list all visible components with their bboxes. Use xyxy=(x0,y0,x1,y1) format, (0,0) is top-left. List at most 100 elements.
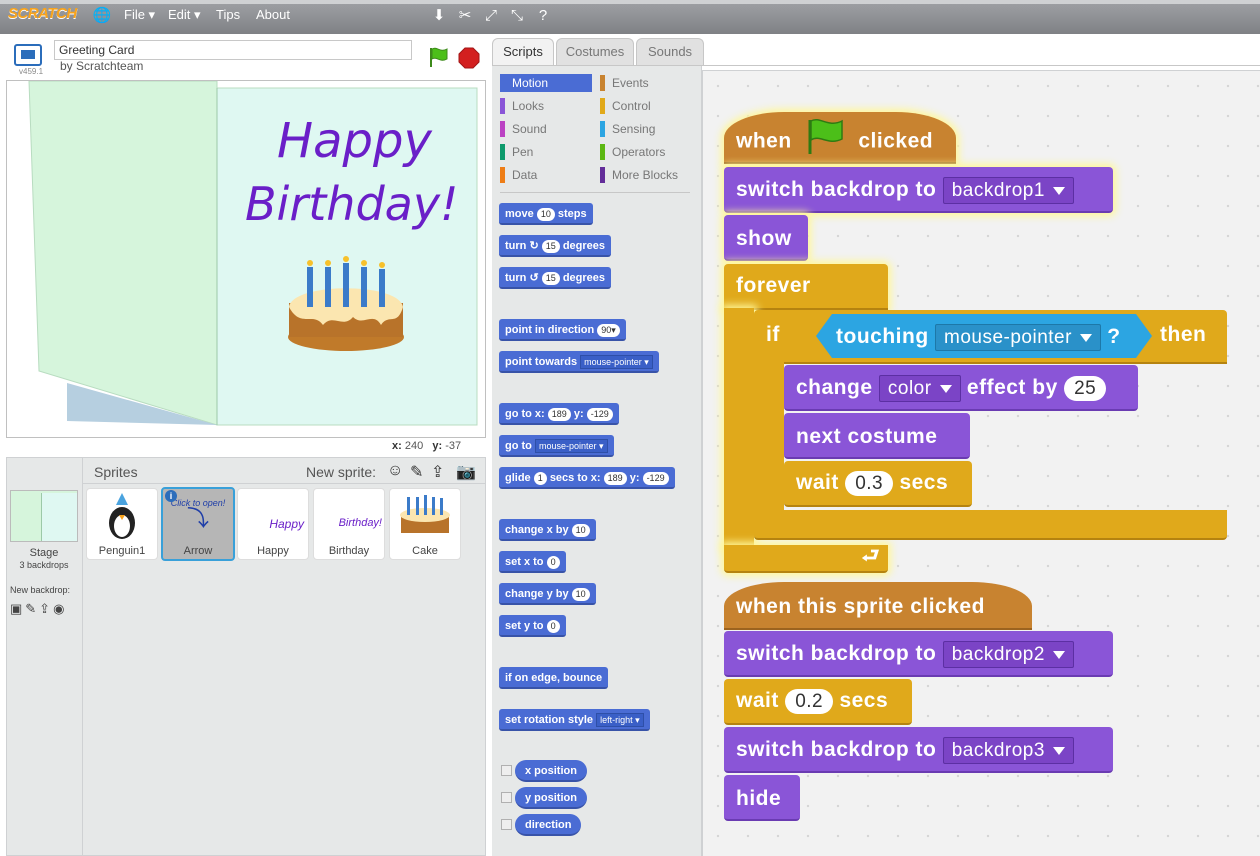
hat-when-flag-clicked[interactable]: when clicked xyxy=(724,112,956,164)
effect-amount-input[interactable]: 25 xyxy=(1064,376,1107,401)
block-switch-backdrop-2[interactable]: switch backdrop to backdrop2 xyxy=(724,631,1113,677)
reporter-x-position[interactable]: x position xyxy=(515,760,587,782)
category-control[interactable]: Control xyxy=(600,97,695,115)
sprite-name: Arrow xyxy=(183,545,213,557)
stage-backdrop-count: 3 backdrops xyxy=(19,560,69,570)
stage-label: Stage xyxy=(29,547,59,559)
backdrop-dropdown[interactable]: backdrop2 xyxy=(942,641,1074,668)
sprite-happy[interactable]: Happy Happy xyxy=(237,488,309,560)
block-move[interactable]: move 10 steps xyxy=(499,203,593,225)
paint-brush-icon[interactable]: ✎ xyxy=(410,462,423,482)
block-goto-xy[interactable]: go to x: 189 y: -129 xyxy=(499,403,619,425)
backdrop-dropdown[interactable]: backdrop1 xyxy=(942,177,1074,204)
block-bounce[interactable]: if on edge, bounce xyxy=(499,667,609,689)
category-operators[interactable]: Operators xyxy=(600,143,695,161)
stage-canvas[interactable]: Happy Birthday! xyxy=(6,80,486,438)
block-show[interactable]: show xyxy=(724,215,808,261)
block-switch-backdrop-3[interactable]: switch backdrop to backdrop3 xyxy=(724,727,1113,773)
green-flag-icon[interactable] xyxy=(427,46,449,68)
block-change-effect[interactable]: change color effect by 25 xyxy=(784,365,1138,411)
block-wait-1[interactable]: wait 0.3 secs xyxy=(784,461,972,507)
sprite-penguin1[interactable]: Penguin1 xyxy=(86,488,158,560)
menu-tips[interactable]: Tips xyxy=(216,7,240,22)
duplicate-icon[interactable]: ⬇ xyxy=(429,6,449,26)
block-point-towards[interactable]: point towards mouse-pointer ▾ xyxy=(499,351,659,373)
checkbox-y-position[interactable] xyxy=(501,792,512,803)
block-turn-left[interactable]: turn ↺ 15 degrees xyxy=(499,267,612,289)
grow-icon[interactable]: ⤢ xyxy=(481,6,501,26)
help-icon[interactable]: ? xyxy=(533,6,553,26)
delete-scissors-icon[interactable]: ✂ xyxy=(455,6,475,26)
stop-icon[interactable] xyxy=(458,47,480,69)
sprite-name: Cake xyxy=(412,545,438,557)
category-sensing[interactable]: Sensing xyxy=(600,120,695,138)
loop-arrow-icon: ⮐ xyxy=(861,545,880,567)
reporter-direction[interactable]: direction xyxy=(515,814,582,836)
sprite-name: Penguin1 xyxy=(98,545,146,557)
checkbox-x-position[interactable] xyxy=(501,765,512,776)
touching-dropdown[interactable]: mouse-pointer xyxy=(935,324,1101,351)
block-turn-right[interactable]: turn ↻ 15 degrees xyxy=(499,235,612,257)
sprite-name: Birthday xyxy=(328,545,370,557)
menu-about[interactable]: About xyxy=(256,7,290,22)
menu-edit[interactable]: Edit ▾ xyxy=(168,7,201,23)
sprite-name: Happy xyxy=(257,545,289,557)
shrink-icon[interactable]: ⤡ xyxy=(507,6,527,26)
category-motion[interactable]: Motion xyxy=(500,74,592,92)
block-switch-backdrop-1[interactable]: switch backdrop to backdrop1 xyxy=(724,167,1113,213)
sprite-birthday[interactable]: Birthday! Birthday xyxy=(313,488,385,560)
block-point-direction[interactable]: point in direction 90▾ xyxy=(499,319,626,341)
birthday-thumb-text: Birthday! xyxy=(338,517,382,529)
hat-when-sprite-clicked[interactable]: when this sprite clicked xyxy=(724,582,1032,630)
sprite-library-icon[interactable]: ☺ xyxy=(387,462,403,480)
new-sprite-label: New sprite: xyxy=(306,464,377,480)
upload-icon[interactable]: ⇪ xyxy=(431,462,444,482)
version-label: v459.1 xyxy=(19,67,44,76)
card-happy-text: Happy xyxy=(277,113,432,169)
backdrop-tools-icons[interactable]: ▣✎⇪◉ xyxy=(10,601,67,617)
tab-scripts[interactable]: Scripts xyxy=(492,38,554,66)
effect-dropdown[interactable]: color xyxy=(878,375,961,402)
category-data[interactable]: Data xyxy=(500,166,592,184)
block-set-y[interactable]: set y to 0 xyxy=(499,615,566,637)
info-icon[interactable]: i xyxy=(165,490,177,502)
block-rotation-style[interactable]: set rotation style left-right ▾ xyxy=(499,709,650,731)
menu-file[interactable]: File ▾ xyxy=(124,7,155,23)
if-arm xyxy=(754,360,784,516)
reporter-y-position[interactable]: y position xyxy=(515,787,587,809)
camera-icon[interactable]: 📷 xyxy=(456,462,476,482)
block-change-y[interactable]: change y by 10 xyxy=(499,583,596,605)
wait-seconds-input[interactable]: 0.3 xyxy=(845,471,894,496)
category-looks[interactable]: Looks xyxy=(500,97,592,115)
wait-seconds-input[interactable]: 0.2 xyxy=(785,689,834,714)
globe-icon[interactable]: 🌐 xyxy=(92,6,112,26)
sprite-cake[interactable]: Cake xyxy=(389,488,461,560)
block-hide[interactable]: hide xyxy=(724,775,800,821)
card-birthday-text: Birthday! xyxy=(245,177,459,231)
block-set-x[interactable]: set x to 0 xyxy=(499,551,566,573)
block-forever[interactable]: forever xyxy=(724,264,888,310)
block-glide[interactable]: glide 1 secs to x: 189 y: -129 xyxy=(499,467,675,489)
sprite-arrow[interactable]: i Click to open! ⤵ Arrow xyxy=(161,487,235,561)
stage-thumbnail[interactable] xyxy=(10,490,78,542)
scratch-logo[interactable]: SCRATCH xyxy=(8,5,77,22)
checkbox-direction[interactable] xyxy=(501,819,512,830)
green-flag-icon xyxy=(808,119,843,154)
block-touching[interactable]: touching mouse-pointer ? xyxy=(816,314,1152,358)
tab-costumes[interactable]: Costumes xyxy=(556,38,634,66)
backdrop-dropdown[interactable]: backdrop3 xyxy=(942,737,1074,764)
category-events[interactable]: Events xyxy=(600,74,695,92)
tab-sounds[interactable]: Sounds xyxy=(636,38,704,66)
fullscreen-icon[interactable] xyxy=(14,44,42,66)
forever-bottom: ⮐ xyxy=(724,545,888,573)
category-more-blocks[interactable]: More Blocks xyxy=(600,166,695,184)
block-wait-2[interactable]: wait 0.2 secs xyxy=(724,679,912,725)
block-goto[interactable]: go to mouse-pointer ▾ xyxy=(499,435,614,457)
block-change-x[interactable]: change x by 10 xyxy=(499,519,596,541)
block-palette: Motion Looks Sound Pen Data Events Contr… xyxy=(492,66,702,856)
category-sound[interactable]: Sound xyxy=(500,120,592,138)
mouse-coords: x: 240 y: -37 xyxy=(392,440,462,452)
category-pen[interactable]: Pen xyxy=(500,143,592,161)
block-next-costume[interactable]: next costume xyxy=(784,413,970,459)
project-title-input[interactable]: Greeting Card xyxy=(54,40,412,60)
